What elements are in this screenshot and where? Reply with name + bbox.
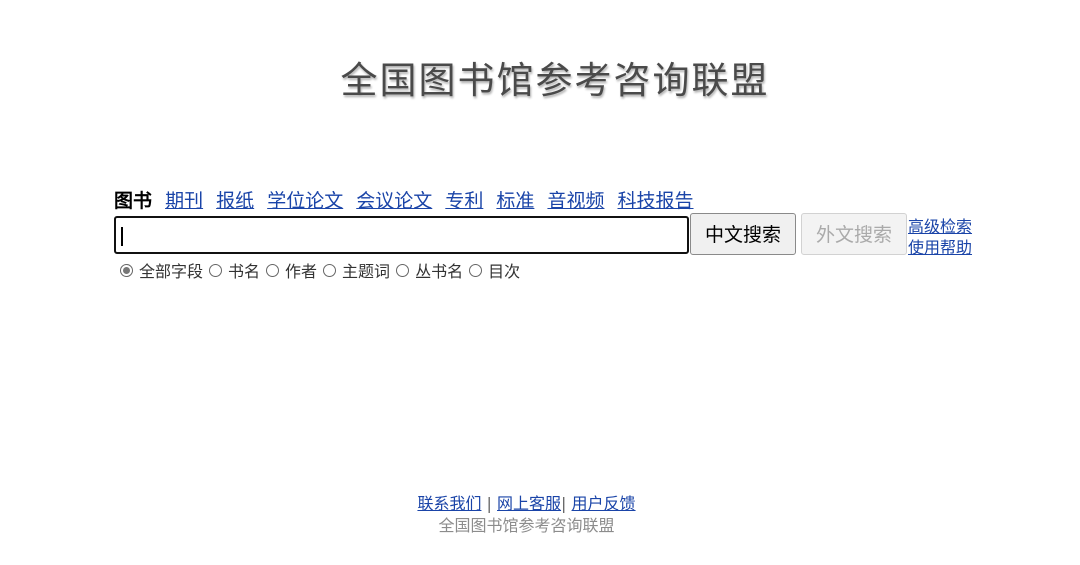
field-option-subject[interactable]: 主题词 <box>323 258 390 282</box>
footer-separator: | <box>486 494 492 513</box>
radio-icon[interactable] <box>209 263 223 277</box>
tab-patents[interactable]: 专利 <box>445 190 483 212</box>
field-option-author[interactable]: 作者 <box>266 258 317 282</box>
user-feedback-link[interactable]: 用户反馈 <box>572 494 636 513</box>
field-label: 目次 <box>488 262 521 281</box>
tab-newspapers[interactable]: 报纸 <box>216 190 254 212</box>
tab-tech-reports[interactable]: 科技报告 <box>618 190 694 212</box>
site-logo[interactable]: 全国图书馆参考咨询联盟 <box>0 50 1080 104</box>
field-label: 全部字段 <box>139 262 204 281</box>
tab-audio-video[interactable]: 音视频 <box>547 190 604 212</box>
copyright-text: 全国图书馆参考咨询联盟 <box>438 516 615 535</box>
text-caret <box>121 227 123 246</box>
field-option-series[interactable]: 丛书名 <box>396 258 463 282</box>
field-label: 丛书名 <box>415 262 464 281</box>
chinese-search-button[interactable]: 中文搜索 <box>690 213 796 255</box>
tab-journals[interactable]: 期刊 <box>165 190 203 212</box>
field-label: 主题词 <box>342 262 391 281</box>
radio-selected-icon[interactable] <box>120 263 133 277</box>
tab-conference-papers[interactable]: 会议论文 <box>356 190 432 212</box>
advanced-search-link[interactable]: 高级检索 <box>908 216 972 237</box>
online-service-link[interactable]: 网上客服 <box>497 494 561 513</box>
tab-standards[interactable]: 标准 <box>496 190 534 212</box>
field-option-all[interactable]: 全部字段 <box>120 258 203 282</box>
search-input[interactable] <box>114 216 689 254</box>
tab-books[interactable]: 图书 <box>114 190 152 212</box>
search-field-options: 全部字段 书名 作者 主题词 丛书名 目次 <box>120 258 526 282</box>
footer-separator: | <box>561 494 567 513</box>
help-link[interactable]: 使用帮助 <box>908 237 972 258</box>
contact-us-link[interactable]: 联系我们 <box>417 494 481 513</box>
radio-icon[interactable] <box>396 263 410 277</box>
foreign-search-button[interactable]: 外文搜索 <box>801 213 907 255</box>
radio-icon[interactable] <box>323 263 337 277</box>
radio-icon[interactable] <box>266 263 280 277</box>
field-option-contents[interactable]: 目次 <box>469 258 520 282</box>
radio-icon[interactable] <box>469 263 483 277</box>
search-type-tabs: 图书 期刊 报纸 学位论文 会议论文 专利 标准 音视频 科技报告 <box>114 186 701 213</box>
field-option-title[interactable]: 书名 <box>209 258 260 282</box>
field-label: 作者 <box>285 262 318 281</box>
footer: 联系我们 | 网上客服| 用户反馈 全国图书馆参考咨询联盟 <box>0 493 1053 537</box>
side-links: 高级检索 使用帮助 <box>908 216 972 258</box>
page: 全国图书馆参考咨询联盟 图书 期刊 报纸 学位论文 会议论文 专利 标准 音视频… <box>0 0 1080 565</box>
footer-links: 联系我们 | 网上客服| 用户反馈 <box>0 493 1053 515</box>
field-label: 书名 <box>228 262 261 281</box>
tab-dissertations[interactable]: 学位论文 <box>267 190 343 212</box>
